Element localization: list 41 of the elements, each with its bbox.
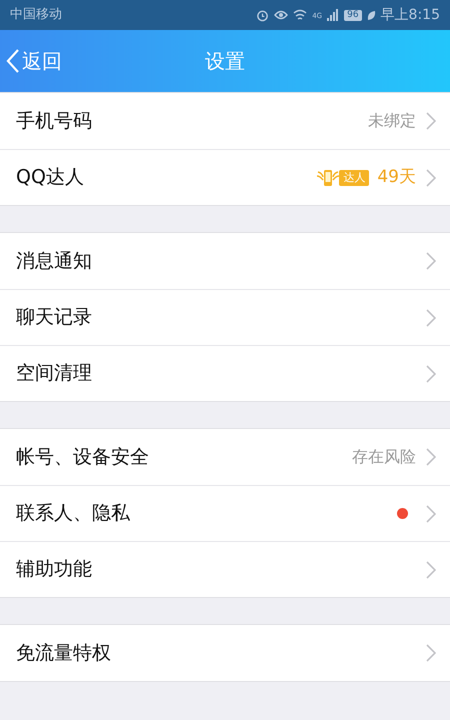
chevron-icon <box>426 560 436 578</box>
row-value: 存在风险 <box>352 446 416 468</box>
row-label: 手机号码 <box>16 108 93 134</box>
row-label: 联系人、隐私 <box>16 501 131 526</box>
row-label: 帐号、设备安全 <box>16 444 150 470</box>
expert-badge: 达人 <box>317 168 370 188</box>
carrier-name: 中国移动 <box>10 6 62 24</box>
chevron-icon <box>426 112 436 130</box>
page-title: 设置 <box>205 48 245 75</box>
alarm-icon <box>256 8 270 22</box>
chevron-icon <box>426 252 436 270</box>
signal-icon <box>327 9 340 21</box>
leaf-icon <box>366 10 376 20</box>
row-label: QQ达人 <box>16 165 85 190</box>
clock-time: 早上8:15 <box>380 6 440 24</box>
chevron-icon <box>426 504 436 522</box>
settings-row[interactable]: 聊天记录 <box>0 289 450 345</box>
row-value: 49天 <box>377 166 416 189</box>
row-label: 聊天记录 <box>16 305 93 330</box>
settings-row[interactable]: 手机号码 未绑定 <box>0 93 450 149</box>
chevron-icon <box>426 448 436 466</box>
settings-row[interactable]: 联系人、隐私 <box>0 485 450 541</box>
eye-icon <box>274 9 288 21</box>
settings-row[interactable]: QQ达人 达人 49天 <box>0 149 450 205</box>
chevron-icon <box>426 308 436 326</box>
wifi-icon <box>293 9 308 21</box>
chevron-icon <box>426 644 436 662</box>
row-label: 辅助功能 <box>16 557 93 582</box>
chevron-icon <box>426 168 436 186</box>
settings-row[interactable]: 帐号、设备安全 存在风险 <box>0 429 450 485</box>
battery-level: 96 <box>344 10 362 20</box>
settings-row[interactable]: 辅助功能 <box>0 541 450 597</box>
back-chevron-icon <box>6 48 20 74</box>
settings-row[interactable]: 消息通知 <box>0 233 450 289</box>
row-label: 消息通知 <box>16 248 93 274</box>
settings-row[interactable]: 免流量特权 <box>0 625 450 681</box>
row-label: 空间清理 <box>16 361 93 386</box>
row-label: 免流量特权 <box>16 640 112 666</box>
chevron-icon <box>426 364 436 382</box>
row-value: 未绑定 <box>368 110 416 132</box>
settings-row[interactable]: 空间清理 <box>0 345 450 401</box>
